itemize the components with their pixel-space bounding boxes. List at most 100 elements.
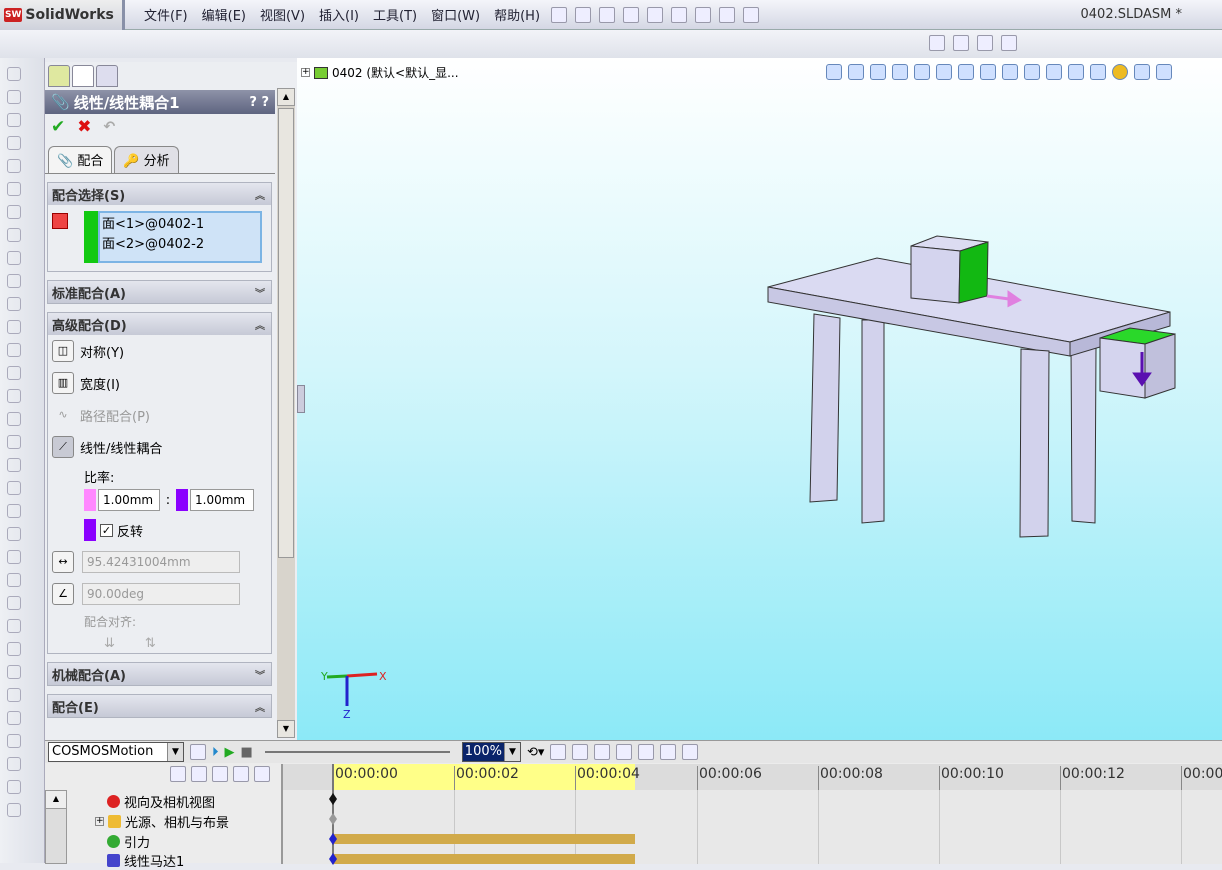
calculate-icon[interactable] [190,744,206,760]
chevron-down-icon[interactable]: ︾ [255,667,265,682]
tool-icon[interactable] [7,458,21,472]
tool-icon[interactable] [7,251,21,265]
menu-window[interactable]: 窗口(W) [424,5,487,24]
chevron-down-icon[interactable]: ▼ [503,743,520,761]
ratio-left-input[interactable]: 1.00mm [98,489,160,511]
loop-icon[interactable]: ⟲▾ [527,745,544,760]
tool-icon[interactable] [7,734,21,748]
pin-icon[interactable] [551,6,568,23]
chevron-up-icon[interactable]: ︽ [255,187,265,202]
tool-icon[interactable] [7,688,21,702]
chevron-down-icon[interactable]: ︾ [255,285,265,300]
menu-file[interactable]: 文件(F) [137,5,195,24]
standard-mates-header[interactable]: 标准配合(A) ︾ [48,281,271,303]
tool-icon[interactable] [7,182,21,196]
keyframe[interactable] [329,813,337,825]
tool-icon[interactable] [7,297,21,311]
tool-icon[interactable] [7,596,21,610]
mate-selection-list[interactable]: 面<1>@0402-1 面<2>@0402-2 [84,211,262,263]
motor-icon[interactable] [594,744,611,760]
tool-icon[interactable] [7,113,21,127]
path-mate-option[interactable]: ∿ 路径配合(P) [48,399,271,431]
tool-icon[interactable] [7,412,21,426]
spring-icon[interactable] [616,744,633,760]
tool-icon[interactable] [7,389,21,403]
solidworks-logo[interactable]: SW SolidWorks [0,0,125,30]
list-item[interactable]: 面<2>@0402-2 [102,235,258,255]
mechanical-mates-header[interactable]: 机械配合(A) ︾ [48,663,271,685]
save-icon[interactable] [623,6,640,23]
toolbar-icon[interactable] [953,35,969,51]
panel-splitter-handle[interactable] [297,385,305,413]
play-from-start-icon[interactable]: ⏵ [212,745,219,760]
filter-driving-icon[interactable] [212,766,228,782]
toolbar-icon[interactable] [929,35,945,51]
scroll-up-button[interactable]: ▲ [46,791,66,809]
configuration-manager-tab[interactable] [96,65,118,87]
play-icon[interactable]: ▶ [225,745,235,760]
tool-icon[interactable] [7,366,21,380]
tool-icon[interactable] [7,159,21,173]
tool-icon[interactable] [7,67,21,81]
menu-tools[interactable]: 工具(T) [366,5,424,24]
help-button[interactable]: ? ? [249,95,269,110]
menu-insert[interactable]: 插入(I) [312,5,366,24]
mate-selection-header[interactable]: 配合选择(S) ︽ [48,183,271,205]
scroll-up-button[interactable]: ▲ [277,88,295,106]
tree-item-gravity[interactable]: 引力 [107,832,150,851]
mates-header[interactable]: 配合(E) ︽ [48,695,271,717]
model-scene[interactable]: X Y Z [297,58,1222,740]
cancel-button[interactable]: ✖ [77,117,91,137]
feature-manager-tab[interactable] [48,65,70,87]
gravity-icon[interactable] [660,744,677,760]
contact-icon[interactable] [638,744,655,760]
panel-scrollbar[interactable]: ▲ ▼ [277,88,295,738]
tool-icon[interactable] [7,527,21,541]
ratio-right-input[interactable]: 1.00mm [190,489,254,511]
filter-results-icon[interactable] [254,766,270,782]
undo-icon[interactable]: ↶ [104,119,116,135]
animation-wizard-icon[interactable] [572,744,589,760]
scroll-down-button[interactable]: ▼ [277,720,295,738]
open-icon[interactable] [599,6,616,23]
study-type-select[interactable]: COSMOSMotion ▼ [48,742,184,762]
save-animation-icon[interactable] [550,744,567,760]
tool-icon[interactable] [7,665,21,679]
tool-icon[interactable] [7,481,21,495]
playback-slider[interactable] [264,751,450,753]
tree-item-linear-motor[interactable]: 线性马达1 [107,851,184,870]
filter-icon[interactable] [170,766,186,782]
list-item[interactable]: 面<1>@0402-1 [102,215,258,235]
tool-icon[interactable] [7,550,21,564]
chevron-up-icon[interactable]: ︽ [255,699,265,714]
menu-help[interactable]: 帮助(H) [487,5,547,24]
tool-icon[interactable] [7,757,21,771]
tool-icon[interactable] [7,780,21,794]
tool-icon[interactable] [7,803,21,817]
stop-icon[interactable]: ■ [241,745,253,760]
toolbar-icon[interactable] [977,35,993,51]
filter-animated-icon[interactable] [191,766,207,782]
tool-icon[interactable] [7,228,21,242]
property-manager-tab[interactable] [72,65,94,87]
symmetric-option[interactable]: ◫ 对称(Y) [48,335,271,367]
new-document-icon[interactable] [575,6,592,23]
width-option[interactable]: ▥ 宽度(I) [48,367,271,399]
chevron-up-icon[interactable]: ︽ [255,317,265,332]
options-icon[interactable] [743,6,760,23]
aligned-icon[interactable]: ⇊ [104,636,115,651]
tool-icon[interactable] [7,90,21,104]
expand-icon[interactable]: + [95,817,104,826]
tool-icon[interactable] [7,642,21,656]
reverse-checkbox[interactable]: ✓ [100,523,113,537]
tool-icon[interactable] [7,504,21,518]
graphics-area[interactable]: + 0402 (默认<默认_显... X Y Z [297,58,1222,740]
linear-coupler-option[interactable]: ⟋ 线性/线性耦合 [48,431,271,463]
tool-icon[interactable] [7,711,21,725]
chevron-down-icon[interactable]: ▼ [167,743,183,761]
undo-icon[interactable] [671,6,688,23]
tool-icon[interactable] [7,136,21,150]
keyframe[interactable] [329,793,337,805]
tool-icon[interactable] [7,274,21,288]
tool-icon[interactable] [7,573,21,587]
